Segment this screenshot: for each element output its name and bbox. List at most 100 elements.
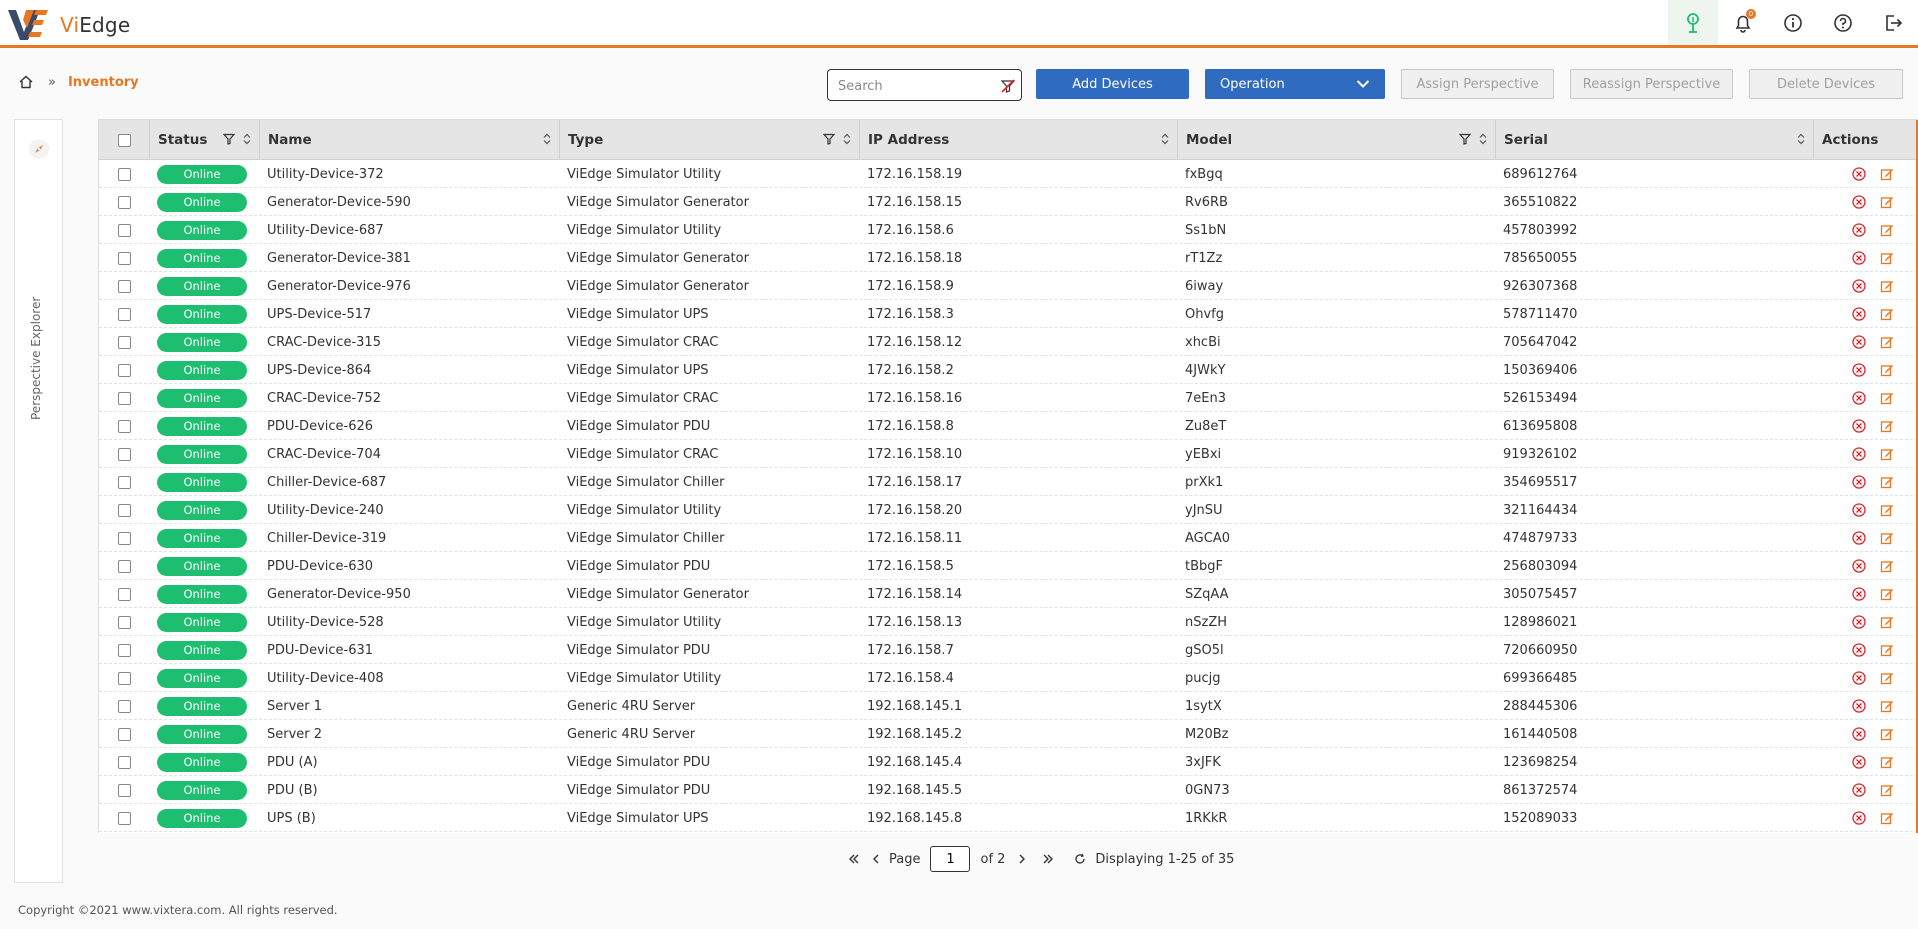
edit-icon[interactable] bbox=[1880, 223, 1894, 237]
add-devices-button[interactable]: Add Devices bbox=[1036, 69, 1189, 99]
filter-icon[interactable] bbox=[1459, 133, 1471, 145]
operation-dropdown[interactable]: Operation bbox=[1205, 69, 1385, 99]
edit-icon[interactable] bbox=[1880, 279, 1894, 293]
table-row[interactable]: Online PDU (B) ViEdge Simulator PDU 192.168… bbox=[99, 776, 1918, 804]
home-icon[interactable] bbox=[18, 74, 34, 90]
row-checkbox[interactable] bbox=[117, 783, 131, 797]
info-icon[interactable] bbox=[1768, 0, 1818, 45]
edit-icon[interactable] bbox=[1880, 195, 1894, 209]
edit-icon[interactable] bbox=[1880, 335, 1894, 349]
edit-icon[interactable] bbox=[1880, 643, 1894, 657]
row-checkbox[interactable] bbox=[117, 699, 131, 713]
delete-icon[interactable] bbox=[1852, 699, 1866, 713]
edit-icon[interactable] bbox=[1880, 727, 1894, 741]
assign-perspective-button[interactable]: Assign Perspective bbox=[1401, 69, 1554, 99]
delete-devices-button[interactable]: Delete Devices bbox=[1749, 69, 1903, 99]
table-row[interactable]: Online Utility-Device-372 ViEdge Simulator… bbox=[99, 160, 1918, 188]
row-checkbox[interactable] bbox=[117, 419, 131, 433]
row-checkbox[interactable] bbox=[117, 335, 131, 349]
delete-icon[interactable] bbox=[1852, 307, 1866, 321]
edit-icon[interactable] bbox=[1880, 755, 1894, 769]
delete-icon[interactable] bbox=[1852, 223, 1866, 237]
help-icon[interactable] bbox=[1818, 0, 1868, 45]
column-header-serial[interactable]: Serial bbox=[1504, 132, 1548, 148]
delete-icon[interactable] bbox=[1852, 615, 1866, 629]
edit-icon[interactable] bbox=[1880, 391, 1894, 405]
filter-icon[interactable] bbox=[823, 133, 835, 145]
row-checkbox[interactable] bbox=[117, 559, 131, 573]
edit-icon[interactable] bbox=[1880, 503, 1894, 517]
delete-icon[interactable] bbox=[1852, 279, 1866, 293]
edit-icon[interactable] bbox=[1880, 615, 1894, 629]
sort-icon[interactable] bbox=[1479, 133, 1487, 145]
table-row[interactable]: Online PDU-Device-630 ViEdge Simulator PDU… bbox=[99, 552, 1918, 580]
delete-icon[interactable] bbox=[1852, 335, 1866, 349]
delete-icon[interactable] bbox=[1852, 251, 1866, 265]
table-row[interactable]: Online UPS (B) ViEdge Simulator UPS 192.168… bbox=[99, 804, 1918, 832]
edit-icon[interactable] bbox=[1880, 671, 1894, 685]
row-checkbox[interactable] bbox=[117, 587, 131, 601]
row-checkbox[interactable] bbox=[117, 615, 131, 629]
column-header-status[interactable]: Status bbox=[158, 132, 207, 148]
row-checkbox[interactable] bbox=[117, 279, 131, 293]
table-row[interactable]: Online Utility-Device-240 ViEdge Simulator… bbox=[99, 496, 1918, 524]
delete-icon[interactable] bbox=[1852, 419, 1866, 433]
next-page-icon[interactable] bbox=[1013, 854, 1031, 864]
perspective-explorer-panel[interactable]: Perspective Explorer bbox=[14, 119, 63, 883]
edit-icon[interactable] bbox=[1880, 167, 1894, 181]
row-checkbox[interactable] bbox=[117, 363, 131, 377]
last-page-icon[interactable] bbox=[1039, 854, 1057, 864]
column-header-ip-address[interactable]: IP Address bbox=[868, 132, 949, 148]
table-row[interactable]: Online CRAC-Device-704 ViEdge Simulator CR… bbox=[99, 440, 1918, 468]
delete-icon[interactable] bbox=[1852, 755, 1866, 769]
delete-icon[interactable] bbox=[1852, 559, 1866, 573]
prev-page-icon[interactable] bbox=[867, 854, 885, 864]
delete-icon[interactable] bbox=[1852, 587, 1866, 601]
delete-icon[interactable] bbox=[1852, 363, 1866, 377]
row-checkbox[interactable] bbox=[117, 223, 131, 237]
table-row[interactable]: Online PDU-Device-626 ViEdge Simulator PDU… bbox=[99, 412, 1918, 440]
sort-icon[interactable] bbox=[1797, 133, 1805, 145]
delete-icon[interactable] bbox=[1852, 391, 1866, 405]
compass-icon[interactable] bbox=[28, 138, 50, 160]
row-checkbox[interactable] bbox=[117, 391, 131, 405]
row-checkbox[interactable] bbox=[117, 727, 131, 741]
delete-icon[interactable] bbox=[1852, 643, 1866, 657]
row-checkbox[interactable] bbox=[117, 195, 131, 209]
table-row[interactable]: Online Generator-Device-976 ViEdge Simulat… bbox=[99, 272, 1918, 300]
table-row[interactable]: Online CRAC-Device-315 ViEdge Simulator CR… bbox=[99, 328, 1918, 356]
table-row[interactable]: Online UPS-Device-864 ViEdge Simulator UPS… bbox=[99, 356, 1918, 384]
row-checkbox[interactable] bbox=[117, 307, 131, 321]
delete-icon[interactable] bbox=[1852, 475, 1866, 489]
table-row[interactable]: Online UPS-Device-517 ViEdge Simulator UPS… bbox=[99, 300, 1918, 328]
row-checkbox[interactable] bbox=[117, 503, 131, 517]
row-checkbox[interactable] bbox=[117, 755, 131, 769]
table-row[interactable]: Online Generator-Device-950 ViEdge Simulat… bbox=[99, 580, 1918, 608]
row-checkbox[interactable] bbox=[117, 251, 131, 265]
column-header-name[interactable]: Name bbox=[268, 132, 312, 148]
bell-icon[interactable]: 0 bbox=[1718, 0, 1768, 45]
refresh-icon[interactable] bbox=[1071, 853, 1089, 865]
sort-icon[interactable] bbox=[843, 133, 851, 145]
edit-icon[interactable] bbox=[1880, 475, 1894, 489]
table-row[interactable]: Online Server 2 Generic 4RU Server 192.168.… bbox=[99, 720, 1918, 748]
delete-icon[interactable] bbox=[1852, 783, 1866, 797]
edit-icon[interactable] bbox=[1880, 587, 1894, 601]
delete-icon[interactable] bbox=[1852, 531, 1866, 545]
table-row[interactable]: Online Chiller-Device-687 ViEdge Simulator… bbox=[99, 468, 1918, 496]
row-checkbox[interactable] bbox=[117, 531, 131, 545]
column-header-model[interactable]: Model bbox=[1186, 132, 1232, 148]
filter-icon[interactable] bbox=[223, 133, 235, 145]
tree-icon[interactable] bbox=[1668, 0, 1718, 45]
table-row[interactable]: Online Generator-Device-590 ViEdge Simulat… bbox=[99, 188, 1918, 216]
table-row[interactable]: Online Utility-Device-408 ViEdge Simulator… bbox=[99, 664, 1918, 692]
edit-icon[interactable] bbox=[1880, 699, 1894, 713]
delete-icon[interactable] bbox=[1852, 811, 1866, 825]
sort-icon[interactable] bbox=[1161, 133, 1169, 145]
edit-icon[interactable] bbox=[1880, 811, 1894, 825]
delete-icon[interactable] bbox=[1852, 447, 1866, 461]
table-row[interactable]: Online PDU (A) ViEdge Simulator PDU 192.168… bbox=[99, 748, 1918, 776]
edit-icon[interactable] bbox=[1880, 531, 1894, 545]
logout-icon[interactable] bbox=[1868, 0, 1918, 45]
table-row[interactable]: Online PDU-Device-631 ViEdge Simulator PDU… bbox=[99, 636, 1918, 664]
